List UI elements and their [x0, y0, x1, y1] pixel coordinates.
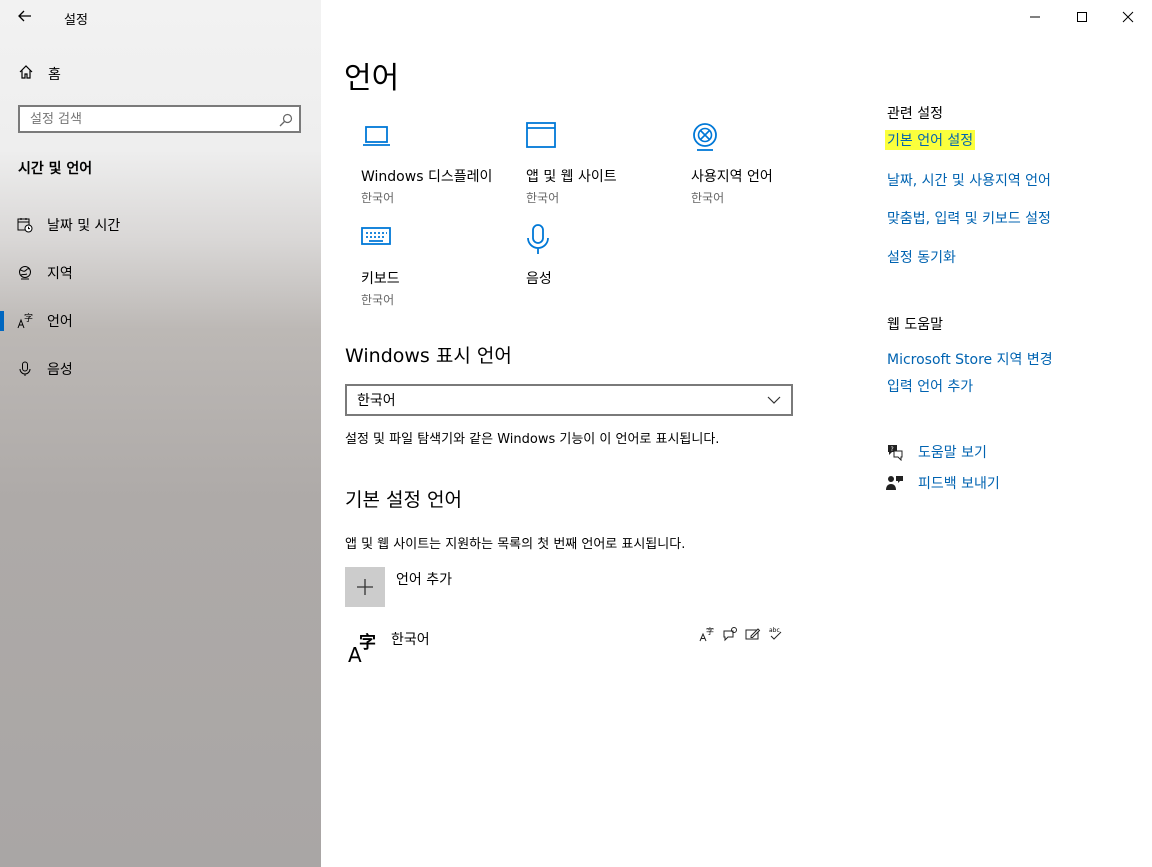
- preferred-languages-description: 앱 및 웹 사이트는 지원하는 목록의 첫 번째 언어로 표시됩니다.: [345, 537, 686, 552]
- maximize-icon: [1077, 12, 1087, 22]
- sidebar-item-date-time[interactable]: 날짜 및 시간: [0, 207, 321, 243]
- sidebar-item-region[interactable]: 지역: [0, 255, 321, 291]
- tile-sub: 한국어: [691, 191, 725, 205]
- keyboard-icon: [361, 224, 521, 258]
- minimize-button[interactable]: [1026, 8, 1044, 26]
- get-help-link[interactable]: ? 도움말 보기: [886, 442, 987, 462]
- window-icon: [526, 122, 686, 156]
- svg-text:字: 字: [706, 626, 714, 636]
- send-feedback-link[interactable]: 피드백 보내기: [886, 473, 1000, 493]
- chevron-down-icon: [767, 394, 781, 410]
- get-help-label: 도움말 보기: [918, 445, 987, 461]
- laptop-icon: [361, 122, 521, 156]
- tile-sub: 한국어: [526, 191, 560, 205]
- svg-text:字: 字: [24, 313, 33, 324]
- globe-region-icon: [17, 265, 33, 281]
- sidebar: 설정 홈 시간 및 언어 날짜 및 시간 지역 字 언어 음성: [0, 0, 321, 867]
- app-title: 설정: [64, 13, 88, 28]
- tile-sub: 한국어: [361, 293, 395, 307]
- link-sync-settings[interactable]: 설정 동기화: [887, 247, 956, 267]
- search-icon[interactable]: [279, 112, 293, 131]
- feedback-icon: [886, 474, 904, 492]
- sidebar-section-title: 시간 및 언어: [18, 161, 93, 177]
- language-icon: 字: [17, 313, 33, 329]
- sidebar-item-label: 언어: [47, 314, 73, 330]
- svg-text:abc: abc: [769, 627, 780, 634]
- add-language-button[interactable]: [345, 567, 385, 607]
- handwriting-feature-icon: [745, 626, 761, 642]
- preferred-languages-heading: 기본 설정 언어: [345, 489, 462, 511]
- microphone-icon: [526, 224, 686, 258]
- microphone-icon: [17, 361, 33, 377]
- display-language-value: 한국어: [357, 393, 396, 409]
- related-settings-title: 관련 설정: [887, 106, 943, 122]
- display-language-description: 설정 및 파일 탐색기와 같은 Windows 기능이 이 언어로 표시됩니다.: [345, 432, 720, 447]
- link-spelling-typing-keyboard[interactable]: 맞춤법, 입력 및 키보드 설정: [887, 208, 1051, 228]
- tile-keyboard[interactable]: 키보드 한국어: [361, 224, 521, 308]
- sidebar-item-label: 지역: [47, 266, 73, 282]
- plus-icon: [357, 579, 373, 595]
- svg-text:字: 字: [359, 632, 376, 653]
- sidebar-item-label: 음성: [47, 362, 73, 378]
- sidebar-item-language[interactable]: 字 언어: [0, 303, 321, 339]
- link-add-input-language[interactable]: 입력 언어 추가: [887, 376, 973, 396]
- home-label: 홈: [48, 67, 61, 83]
- tile-sub: 한국어: [361, 191, 395, 205]
- search-input[interactable]: [20, 107, 270, 131]
- tile-name: 키보드: [361, 271, 400, 287]
- home-icon: [18, 64, 34, 84]
- svg-text:?: ?: [891, 446, 894, 453]
- display-language-feature-icon: 字: [699, 626, 715, 642]
- tile-name: 앱 및 웹 사이트: [526, 169, 617, 185]
- close-icon: [1122, 11, 1134, 23]
- sidebar-item-speech[interactable]: 음성: [0, 351, 321, 387]
- calendar-clock-icon: [17, 217, 33, 233]
- speech-feature-icon: [722, 626, 738, 642]
- page-title: 언어: [344, 61, 400, 96]
- minimize-icon: [1030, 16, 1040, 18]
- link-change-store-region[interactable]: Microsoft Store 지역 변경: [887, 349, 1053, 369]
- spellcheck-feature-icon: abc: [768, 626, 784, 642]
- link-date-time-region[interactable]: 날짜, 시간 및 사용지역 언어: [887, 170, 1051, 190]
- tile-name: Windows 디스플레이: [361, 169, 493, 185]
- display-language-heading: Windows 표시 언어: [345, 345, 512, 367]
- web-help-title: 웹 도움말: [887, 317, 943, 333]
- tile-windows-display[interactable]: Windows 디스플레이 한국어: [361, 122, 521, 206]
- tile-name: 음성: [526, 271, 552, 287]
- maximize-button[interactable]: [1073, 8, 1091, 26]
- tile-regional-format[interactable]: 사용지역 언어 한국어: [691, 122, 851, 206]
- send-feedback-label: 피드백 보내기: [918, 476, 1000, 492]
- add-language-label[interactable]: 언어 추가: [396, 569, 452, 589]
- display-language-select[interactable]: 한국어: [345, 384, 793, 416]
- link-administrative-language[interactable]: 기본 언어 설정: [885, 130, 976, 150]
- tile-speech[interactable]: 음성: [526, 224, 686, 291]
- language-item-name[interactable]: 한국어: [391, 629, 430, 649]
- sidebar-home[interactable]: 홈: [18, 64, 61, 84]
- help-chat-icon: ?: [886, 443, 904, 461]
- tile-apps-websites[interactable]: 앱 및 웹 사이트 한국어: [526, 122, 686, 206]
- close-button[interactable]: [1119, 8, 1137, 26]
- globe-icon: [691, 122, 851, 156]
- language-icon: A字: [348, 630, 380, 667]
- search-box[interactable]: [18, 105, 301, 133]
- tile-name: 사용지역 언어: [691, 169, 773, 185]
- back-arrow-icon[interactable]: [17, 8, 35, 26]
- sidebar-item-label: 날짜 및 시간: [47, 218, 121, 234]
